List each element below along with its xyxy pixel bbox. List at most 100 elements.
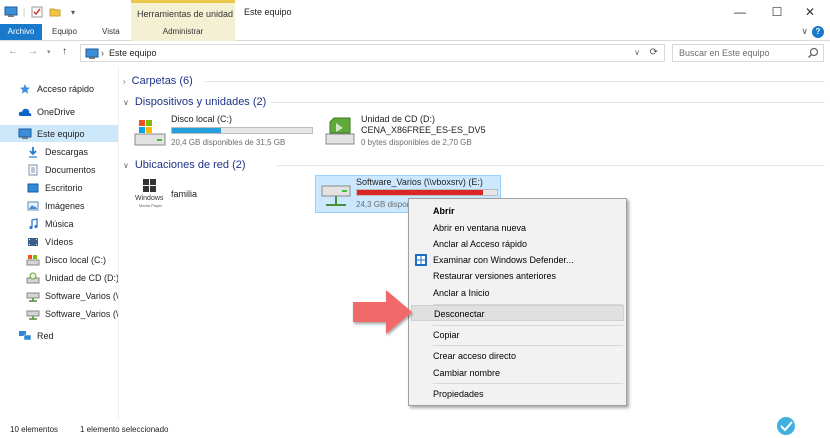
menu-separator bbox=[433, 325, 623, 326]
menu-item-propiedades[interactable]: Propiedades bbox=[411, 386, 624, 402]
address-bar[interactable]: › Este equipo ∨ ⟳ bbox=[80, 44, 665, 62]
nav-label: Unidad de CD (D:) C bbox=[45, 272, 118, 283]
nav-item-este-equipo[interactable]: Este equipo bbox=[0, 125, 118, 142]
up-button[interactable]: ↑ bbox=[62, 46, 67, 57]
ribbon-toggle-button[interactable]: ∨ bbox=[801, 26, 808, 37]
menu-item-label: Examinar con Windows Defender... bbox=[433, 255, 574, 265]
drive-usage-fill bbox=[172, 128, 221, 133]
close-button[interactable]: ✕ bbox=[795, 3, 825, 21]
nav-item-descargas[interactable]: Descargas bbox=[0, 143, 118, 160]
minimize-button[interactable]: — bbox=[725, 3, 755, 21]
menu-item-desconectar[interactable]: Desconectar bbox=[411, 305, 624, 321]
nav-label: Software_Varios (\\ bbox=[45, 290, 118, 301]
nav-item-onedrive[interactable]: OneDrive bbox=[0, 103, 118, 120]
chevron-down-icon: ∨ bbox=[123, 160, 129, 170]
new-folder-icon[interactable] bbox=[48, 6, 62, 18]
network-tile-familia[interactable]: Windows Media Player familia bbox=[133, 178, 253, 212]
group-title: Dispositivos y unidades (2) bbox=[134, 96, 267, 108]
nav-item-imagenes[interactable]: Imágenes bbox=[0, 197, 118, 214]
maximize-button[interactable]: ☐ bbox=[762, 3, 792, 21]
menu-item-crear-acceso-directo[interactable]: Crear acceso directo bbox=[411, 348, 624, 364]
group-divider bbox=[271, 102, 825, 103]
search-placeholder: Buscar en Este equipo bbox=[679, 48, 770, 58]
nav-item-acceso-rapido[interactable]: Acceso rápido bbox=[0, 80, 118, 97]
nav-label: Red bbox=[37, 330, 54, 341]
nav-item-disco-local[interactable]: Disco local (C:) bbox=[0, 251, 118, 268]
nav-item-videos[interactable]: Vídeos bbox=[0, 233, 118, 250]
nav-label: Disco local (C:) bbox=[45, 254, 107, 265]
nav-label: Este equipo bbox=[37, 128, 85, 139]
search-input[interactable]: Buscar en Este equipo bbox=[672, 44, 824, 62]
refresh-icon[interactable]: ⟳ bbox=[650, 47, 658, 58]
nav-label: Vídeos bbox=[45, 236, 74, 247]
drive-tile-c[interactable]: Disco local (C:) 20,4 GB disponibles de … bbox=[133, 114, 313, 154]
breadcrumb[interactable]: Este equipo bbox=[109, 48, 157, 58]
music-icon bbox=[26, 217, 40, 230]
nav-item-musica[interactable]: Música bbox=[0, 215, 118, 232]
address-row: ← → ▾ ↑ › Este equipo ∨ ⟳ Buscar en Este… bbox=[0, 42, 830, 64]
status-bar: 10 elementos 1 elemento seleccionado bbox=[0, 420, 830, 438]
nav-label: Escritorio bbox=[45, 182, 83, 193]
tab-archivo[interactable]: Archivo bbox=[0, 24, 42, 40]
pc-icon bbox=[18, 128, 32, 140]
customize-qa-icon[interactable]: ▾ bbox=[66, 6, 80, 18]
back-button[interactable]: ← bbox=[8, 46, 18, 57]
menu-item-abrir[interactable]: Abrir bbox=[411, 203, 624, 219]
tab-administrar[interactable]: Administrar bbox=[131, 24, 235, 41]
properties-icon[interactable] bbox=[30, 6, 44, 18]
menu-separator bbox=[433, 345, 623, 346]
documents-icon bbox=[26, 164, 40, 176]
drive-usage-bar bbox=[171, 127, 313, 134]
nav-item-documentos[interactable]: Documentos bbox=[0, 161, 118, 178]
windows-drive-icon bbox=[133, 118, 167, 150]
network-icon bbox=[18, 330, 32, 342]
nav-item-unidad-cd[interactable]: Unidad de CD (D:) C bbox=[0, 269, 118, 286]
tab-vista[interactable]: Vista bbox=[102, 24, 120, 40]
menu-item-anclar-inicio[interactable]: Anclar a Inicio bbox=[411, 285, 624, 301]
chevron-right-icon: › bbox=[123, 76, 126, 86]
group-dispositivos[interactable]: ∨ Dispositivos y unidades (2) bbox=[123, 93, 266, 111]
download-icon bbox=[26, 146, 40, 158]
divider-icon: | bbox=[22, 7, 26, 17]
drive-usage-bar bbox=[356, 189, 498, 196]
ribbon-tabs: Archivo Equipo Vista Administrar ∨ ? bbox=[0, 24, 830, 41]
chevron-down-icon: ∨ bbox=[123, 97, 129, 107]
icon-subcaption: Media Player bbox=[139, 203, 163, 208]
nav-label: Descargas bbox=[45, 146, 89, 157]
pictures-icon bbox=[26, 200, 40, 212]
context-menu: Abrir Abrir en ventana nueva Anclar al A… bbox=[408, 198, 627, 406]
breadcrumb-separator[interactable]: › bbox=[101, 48, 104, 58]
group-title: Carpetas (6) bbox=[131, 75, 193, 87]
quick-access-toolbar: | ▾ bbox=[4, 4, 84, 20]
group-ubicaciones-red[interactable]: ∨ Ubicaciones de red (2) bbox=[123, 156, 246, 174]
group-carpetas[interactable]: › Carpetas (6) bbox=[123, 72, 193, 90]
menu-item-windows-defender[interactable]: Examinar con Windows Defender... bbox=[411, 252, 624, 268]
menu-item-copiar[interactable]: Copiar bbox=[411, 327, 624, 343]
forward-button[interactable]: → bbox=[28, 46, 38, 57]
nav-item-escritorio[interactable]: Escritorio bbox=[0, 179, 118, 196]
menu-item-restaurar-versiones[interactable]: Restaurar versiones anteriores bbox=[411, 268, 624, 284]
drive-name: Disco local (C:) bbox=[171, 114, 233, 124]
status-item-count: 10 elementos bbox=[10, 425, 59, 434]
drive-free-space: 20,4 GB disponibles de 31,5 GB bbox=[171, 138, 286, 147]
menu-item-abrir-ventana-nueva[interactable]: Abrir en ventana nueva bbox=[411, 220, 624, 236]
menu-separator bbox=[433, 383, 623, 384]
menu-item-anclar-acceso-rapido[interactable]: Anclar al Acceso rápido bbox=[411, 236, 624, 252]
address-dropdown-icon[interactable]: ∨ bbox=[634, 48, 640, 57]
desktop-icon bbox=[26, 182, 40, 194]
nav-item-red[interactable]: Red bbox=[0, 327, 118, 344]
drive-name: Software_Varios (\\vboxsrv) (E:) bbox=[356, 177, 483, 187]
windows-defender-icon bbox=[415, 254, 427, 266]
watermark-logo bbox=[762, 412, 822, 438]
network-location-name: familia bbox=[171, 189, 198, 199]
tab-equipo[interactable]: Equipo bbox=[52, 24, 77, 40]
drive-tile-d[interactable]: Unidad de CD (D:) CENA_X86FREE_ES-ES_DV5… bbox=[324, 114, 524, 154]
nav-label: Música bbox=[45, 218, 74, 229]
pc-icon bbox=[85, 48, 99, 62]
recent-locations-button[interactable]: ▾ bbox=[47, 48, 51, 56]
nav-item-software-varios-2[interactable]: Software_Varios (\\ bbox=[0, 305, 118, 322]
help-icon[interactable]: ? bbox=[812, 26, 824, 38]
menu-item-cambiar-nombre[interactable]: Cambiar nombre bbox=[411, 365, 624, 381]
nav-item-software-varios-1[interactable]: Software_Varios (\\ bbox=[0, 287, 118, 304]
contextual-tab-header: Herramientas de unidad bbox=[131, 0, 235, 24]
